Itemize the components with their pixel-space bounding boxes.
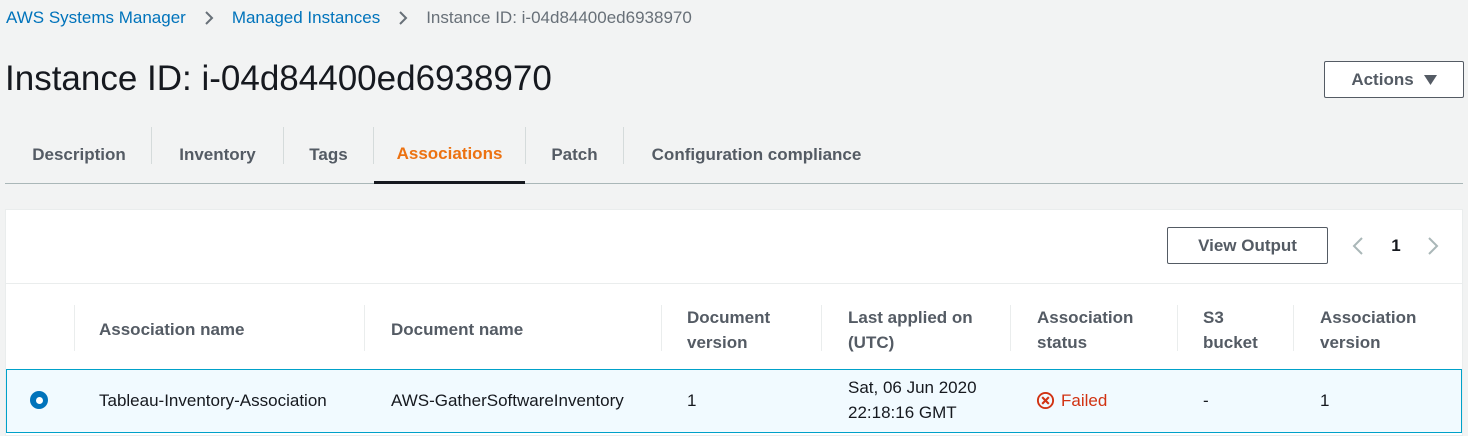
column-header-s3-bucket[interactable]: S3 bucket (1203, 305, 1258, 355)
cell-s3-bucket: - (1203, 391, 1209, 410)
column-header-association-version[interactable]: Association version (1320, 305, 1416, 355)
tab-associations[interactable]: Associations (374, 127, 525, 184)
caret-down-icon (1423, 74, 1437, 85)
cell-document-version: 1 (687, 391, 697, 410)
table-header: Association name Document name Document … (6, 283, 1462, 369)
chevron-right-icon (1428, 237, 1439, 255)
pagination-previous[interactable] (1351, 234, 1365, 258)
column-divider (364, 305, 365, 351)
error-circle-icon (1036, 391, 1055, 410)
breadcrumb-current: Instance ID: i-04d84400ed6938970 (426, 8, 692, 27)
row-select-radio[interactable] (30, 391, 48, 409)
column-header-document-version[interactable]: Document version (687, 305, 770, 355)
column-header-association-name[interactable]: Association name (99, 317, 245, 342)
tab-description[interactable]: Description (5, 127, 153, 183)
cell-association-name: Tableau-Inventory-Association (99, 391, 327, 410)
associations-panel: View Output 1 Association name Document … (5, 209, 1463, 436)
tab-configuration-compliance[interactable]: Configuration compliance (624, 127, 889, 183)
column-divider (1177, 305, 1178, 351)
breadcrumb-systems-manager[interactable]: AWS Systems Manager (6, 8, 186, 28)
tab-bar: Description Inventory Tags Associations … (5, 127, 1463, 184)
actions-button[interactable]: Actions (1324, 61, 1464, 98)
column-divider (661, 305, 662, 351)
radio-selected-dot (35, 396, 43, 404)
column-header-document-name[interactable]: Document name (391, 317, 523, 342)
table-row[interactable]: Tableau-Inventory-Association AWS-Gather… (6, 369, 1462, 433)
tab-patch[interactable]: Patch (526, 127, 623, 183)
tab-inventory[interactable]: Inventory (152, 127, 283, 183)
actions-button-label: Actions (1351, 69, 1414, 89)
breadcrumb: AWS Systems Manager Managed Instances In… (6, 8, 692, 28)
view-output-button[interactable]: View Output (1167, 227, 1328, 264)
column-divider (821, 305, 822, 351)
cell-association-version: 1 (1320, 391, 1330, 410)
cell-last-applied: Sat, 06 Jun 2020 22:18:16 GMT (848, 378, 977, 422)
pagination-page-number[interactable]: 1 (1386, 234, 1406, 258)
status-text: Failed (1061, 391, 1108, 410)
pagination-next[interactable] (1426, 234, 1440, 258)
column-divider (1010, 305, 1011, 351)
cell-document-name: AWS-GatherSoftwareInventory (391, 391, 624, 410)
column-divider (1293, 305, 1294, 351)
chevron-left-icon (1352, 237, 1363, 255)
breadcrumb-managed-instances[interactable]: Managed Instances (232, 8, 380, 28)
column-header-last-applied[interactable]: Last applied on (UTC) (848, 305, 973, 355)
column-header-association-status[interactable]: Association status (1037, 305, 1133, 355)
tab-tags[interactable]: Tags (284, 127, 373, 183)
page-title: Instance ID: i-04d84400ed6938970 (5, 59, 552, 98)
chevron-right-icon (186, 10, 232, 26)
chevron-right-icon (380, 10, 426, 26)
column-divider (74, 305, 75, 351)
cell-association-status: Failed (1036, 388, 1107, 413)
